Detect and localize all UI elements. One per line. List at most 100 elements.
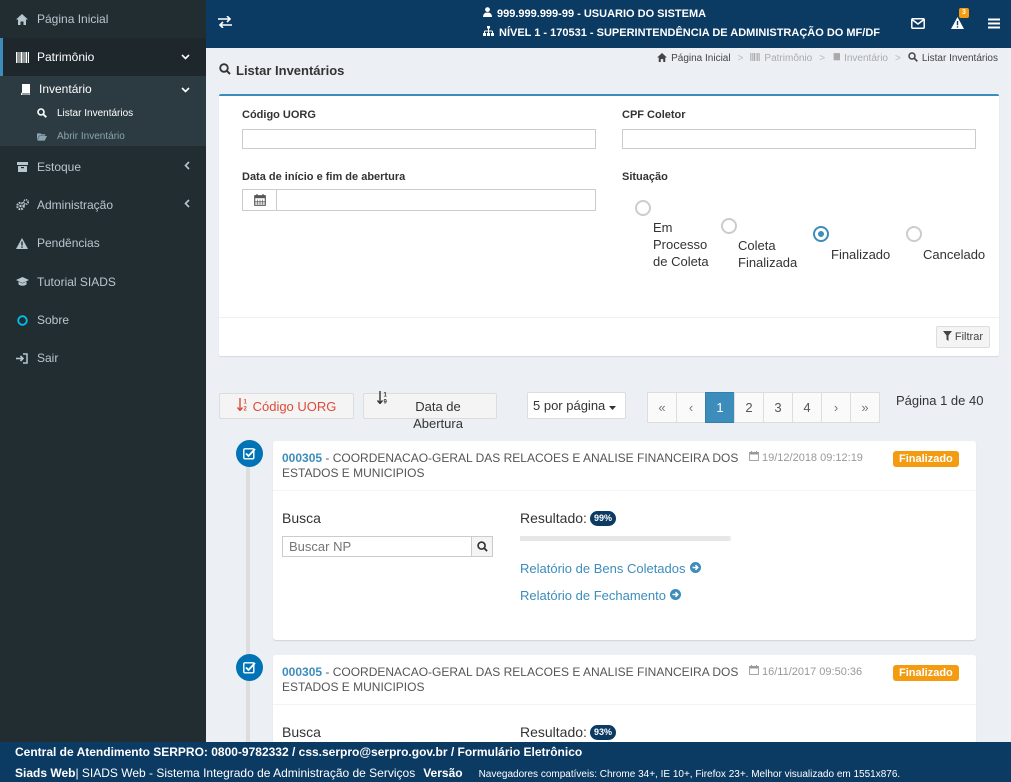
sidebar-item-sair[interactable]: Sair — [0, 347, 206, 369]
patrimonio-submenu: Inventário Listar Inventários Abrir Inve… — [0, 76, 206, 146]
status-badge: Finalizado — [893, 451, 959, 467]
chevron-down-icon — [181, 51, 190, 63]
menu-bars-icon[interactable] — [985, 14, 1003, 32]
date-range-input[interactable] — [277, 190, 595, 210]
inventory-code-link[interactable]: 000305 — [282, 665, 322, 679]
relatorio-bens-coletados-link[interactable]: Relatório de Bens Coletados — [520, 561, 701, 576]
caret-down-icon — [609, 398, 617, 413]
filter-panel: Código UORG CPF Coletor Data de início e… — [219, 94, 999, 356]
sidebar-item-label: Sobre — [37, 313, 70, 327]
radio-label-em-processo-de-coleta[interactable]: Em Processo de Coleta — [653, 219, 715, 270]
radio-coleta-finalizada[interactable] — [721, 218, 737, 234]
user-info: 999.999.999-99 - USUARIO DO SISTEMA — [483, 7, 706, 20]
inventory-title: 000305 - COORDENACAO-GERAL DAS RELACOES … — [282, 451, 742, 481]
chevron-left-icon — [184, 161, 190, 173]
sort-codigo-uorg-button[interactable]: 12 Código UORG — [219, 393, 354, 419]
sidebar-item-label: Página Inicial — [37, 12, 109, 26]
level-text: NÍVEL 1 - 170531 - SUPERINTENDÊNCIA DE A… — [499, 26, 880, 39]
radio-label-finalizado[interactable]: Finalizado — [831, 246, 890, 263]
filtrar-button[interactable]: Filtrar — [935, 326, 990, 348]
calendar-icon — [749, 665, 759, 678]
folder-open-icon — [37, 131, 47, 141]
radio-label-cancelado[interactable]: Cancelado — [923, 246, 985, 263]
sidebar-item-abrir-inventario[interactable]: Abrir Inventário — [0, 128, 206, 144]
date-range-field — [242, 189, 596, 211]
sidebar-item-label: Listar Inventários — [57, 107, 134, 119]
sidebar-toggle-icon[interactable] — [218, 14, 234, 32]
per-page-value: 5 por página — [533, 398, 606, 413]
cpf-coletor-label: CPF Coletor — [622, 109, 686, 121]
radio-em-processo-de-coleta[interactable] — [635, 200, 651, 216]
user-icon — [483, 7, 492, 20]
breadcrumb-item[interactable]: Inventário — [844, 53, 888, 64]
relatorio-fechamento-link[interactable]: Relatório de Fechamento — [520, 588, 681, 603]
top-navbar: 999.999.999-99 - USUARIO DO SISTEMA NÍVE… — [206, 0, 1011, 48]
busca-label: Busca — [282, 510, 321, 526]
pagination-last[interactable]: » — [850, 392, 880, 423]
busca-label: Busca — [282, 724, 321, 740]
sidebar-item-label: Tutorial SIADS — [37, 275, 116, 289]
book-icon — [832, 52, 841, 65]
sidebar-item-pagina-inicial[interactable]: Página Inicial — [0, 8, 206, 30]
busca-np-input[interactable] — [283, 537, 471, 556]
chevron-down-icon — [181, 82, 190, 96]
pagination-page[interactable]: 2 — [734, 392, 764, 423]
svg-text:2: 2 — [243, 407, 247, 412]
sidebar-item-tutorial-siads[interactable]: Tutorial SIADS — [0, 271, 206, 293]
envelope-icon[interactable] — [909, 14, 927, 32]
sort-codigo-label: Código UORG — [252, 398, 337, 414]
inventory-code-link[interactable]: 000305 — [282, 451, 322, 465]
calendar-icon[interactable] — [243, 190, 277, 210]
chevron-left-icon — [184, 199, 190, 211]
resultado-text: Resultado: — [520, 510, 587, 526]
inventory-name: - COORDENACAO-GERAL DAS RELACOES E ANALI… — [282, 665, 739, 694]
calendar-icon — [749, 451, 759, 464]
per-page-dropdown[interactable]: 5 por página — [527, 392, 626, 419]
sign-in-icon — [15, 351, 29, 365]
radio-finalizado[interactable] — [813, 226, 829, 242]
radio-label-coleta-finalizada[interactable]: Coleta Finalizada — [738, 237, 808, 271]
codigo-uorg-input[interactable] — [242, 129, 596, 149]
data-abertura-label: Data de início e fim de abertura — [242, 171, 406, 183]
inventory-date: 16/11/2017 09:50:36 — [749, 665, 862, 678]
sort-data-abertura-button[interactable]: 19 Data de Abertura — [363, 390, 497, 431]
pagination-first[interactable]: « — [647, 392, 677, 423]
pagination-page[interactable]: 3 — [763, 392, 793, 423]
book-icon — [19, 83, 31, 95]
situacao-label: Situação — [622, 171, 668, 183]
home-icon — [657, 52, 668, 65]
inventory-card: 000305 - COORDENACAO-GERAL DAS RELACOES … — [273, 655, 976, 742]
inventory-card-header: 000305 - COORDENACAO-GERAL DAS RELACOES … — [273, 441, 976, 491]
cpf-coletor-input[interactable] — [622, 129, 976, 149]
arrow-circle-right-icon — [669, 588, 681, 603]
sidebar-item-administracao[interactable]: Administração — [0, 194, 206, 216]
sidebar-item-sobre[interactable]: Sobre — [0, 309, 206, 331]
sidebar-item-inventario[interactable]: Inventário — [0, 80, 206, 98]
sidebar-item-patrimonio[interactable]: Patrimônio — [0, 38, 206, 76]
sidebar-item-label: Administração — [37, 198, 114, 212]
sidebar-item-label: Patrimônio — [37, 50, 95, 64]
codigo-uorg-label: Código UORG — [242, 109, 316, 121]
resultado-label: Resultado: 93% — [520, 724, 616, 740]
breadcrumb-item[interactable]: Patrimônio — [764, 53, 812, 64]
breadcrumb-item[interactable]: Página Inicial — [671, 53, 730, 64]
inventory-date-text: 16/11/2017 09:50:36 — [762, 665, 863, 678]
pagination-prev[interactable]: ‹ — [676, 392, 706, 423]
search-button[interactable] — [471, 537, 492, 556]
sidebar-item-label: Abrir Inventário — [57, 130, 125, 142]
pagination-next[interactable]: › — [821, 392, 851, 423]
footer-versao: Versão — [423, 766, 463, 780]
sidebar-item-pendencias[interactable]: Pendências — [0, 232, 206, 254]
footer-support-line: Central de Atendimento SERPRO: 0800-9782… — [15, 745, 583, 759]
sidebar-item-label: Estoque — [37, 160, 82, 174]
sidebar-item-listar-inventarios[interactable]: Listar Inventários — [0, 105, 206, 121]
inventory-title: 000305 - COORDENACAO-GERAL DAS RELACOES … — [282, 665, 742, 695]
pagination-page[interactable]: 4 — [792, 392, 822, 423]
sidebar-item-label: Pendências — [37, 236, 100, 250]
sitemap-icon — [483, 26, 494, 39]
level-info: NÍVEL 1 - 170531 - SUPERINTENDÊNCIA DE A… — [483, 26, 880, 39]
radio-cancelado[interactable] — [906, 226, 922, 242]
pagination-page[interactable]: 1 — [705, 392, 735, 423]
sidebar-item-estoque[interactable]: Estoque — [0, 156, 206, 178]
inventory-date: 19/12/2018 09:12:19 — [749, 451, 863, 464]
